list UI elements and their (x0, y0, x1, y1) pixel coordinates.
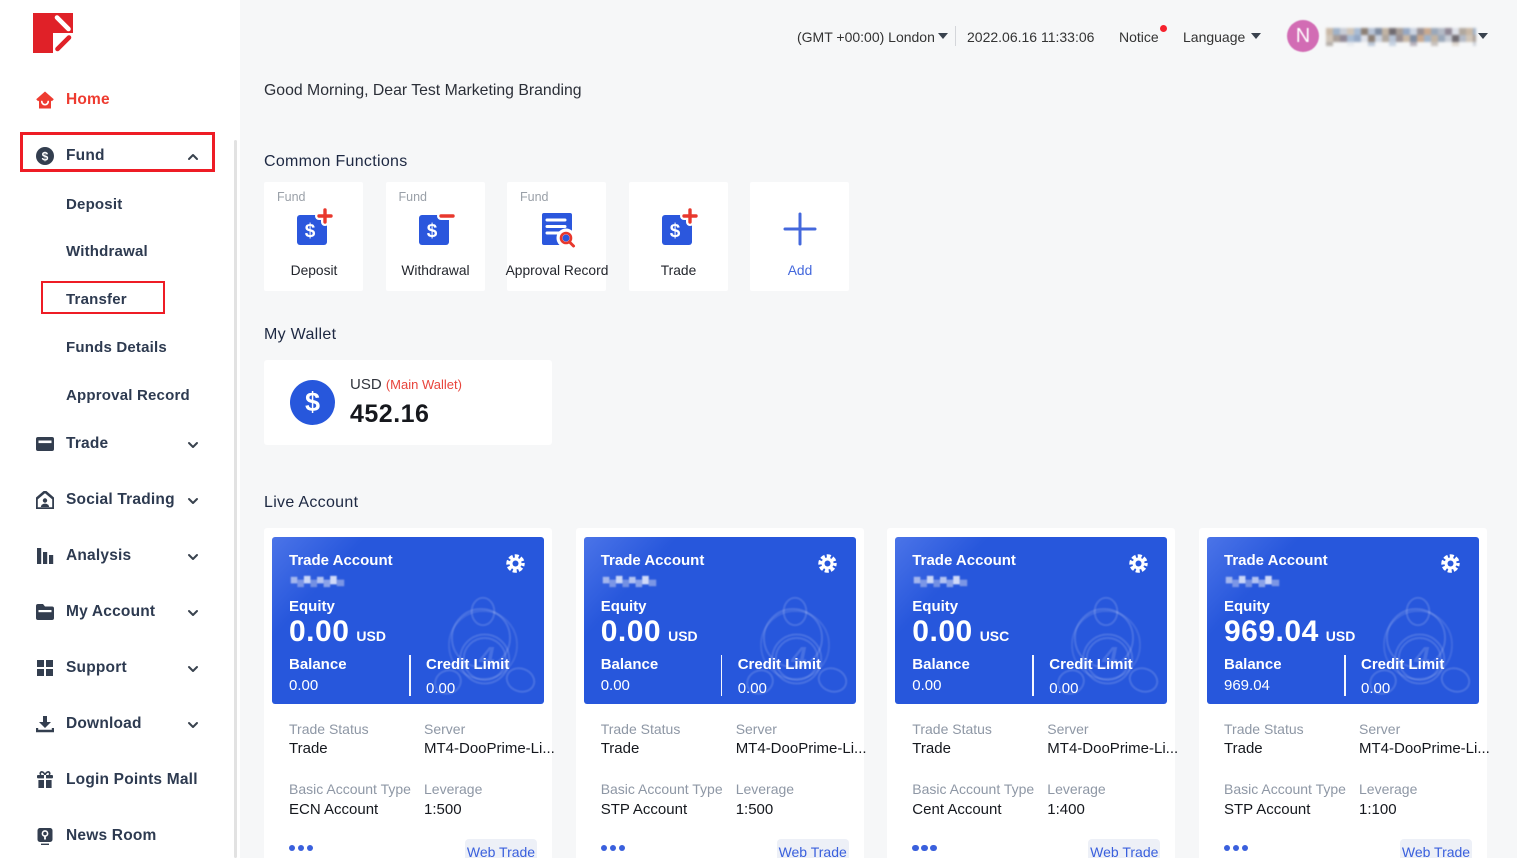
svg-text:$: $ (426, 221, 437, 242)
svg-text:4: 4 (478, 641, 495, 672)
svg-text:4: 4 (1413, 641, 1430, 672)
svg-text:$: $ (669, 221, 680, 242)
svg-text:4: 4 (790, 641, 807, 672)
svg-text:4: 4 (1102, 641, 1119, 672)
svg-text:$: $ (305, 221, 316, 242)
svg-text:$: $ (42, 149, 49, 163)
